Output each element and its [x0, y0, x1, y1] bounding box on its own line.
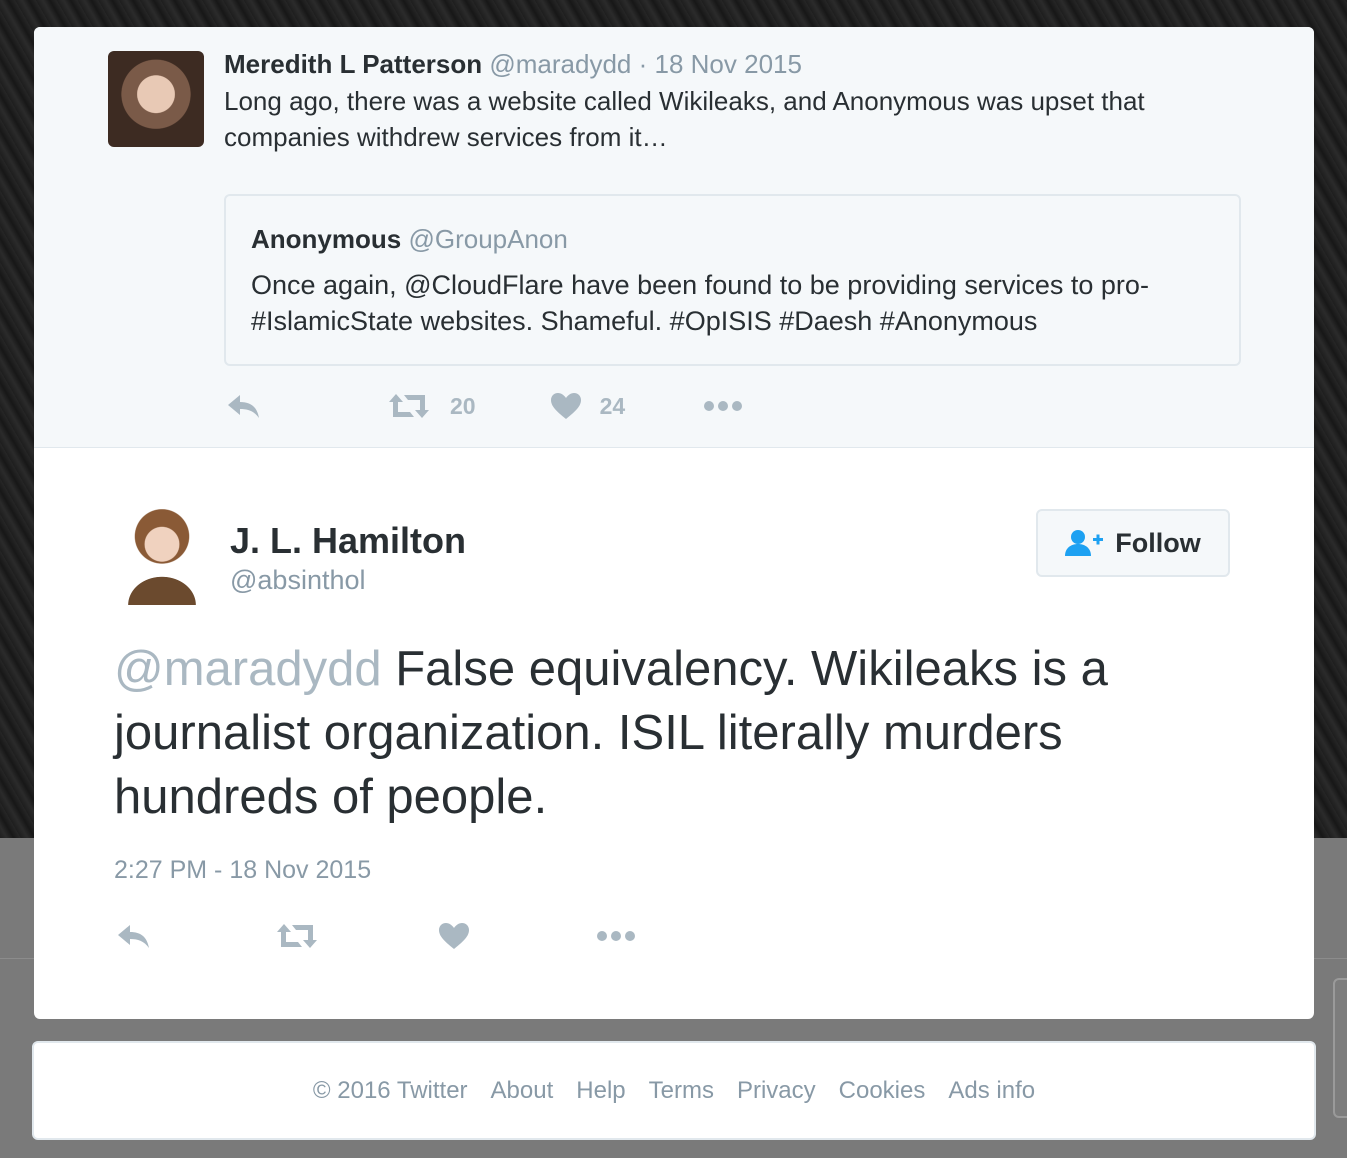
- follow-button[interactable]: Follow: [1036, 509, 1230, 577]
- follow-user-icon: [1065, 530, 1104, 556]
- side-panel-edge: [1333, 978, 1347, 1118]
- more-button[interactable]: [596, 930, 636, 942]
- author-name[interactable]: J. L. Hamilton: [230, 520, 466, 562]
- more-icon: [704, 401, 743, 411]
- reply-icon: [118, 925, 149, 948]
- more-button[interactable]: [703, 400, 743, 412]
- footer-link-help[interactable]: Help: [576, 1077, 625, 1105]
- mention-link[interactable]: @maradydd: [114, 642, 382, 696]
- tweet-date[interactable]: 18 Nov 2015: [655, 49, 802, 79]
- footer-link-cookies[interactable]: Cookies: [839, 1077, 926, 1105]
- retweet-icon: [277, 924, 317, 948]
- retweet-count: 20: [450, 392, 476, 419]
- more-icon: [597, 931, 635, 941]
- footer: © 2016 Twitter About Help Terms Privacy …: [32, 1041, 1316, 1140]
- like-button[interactable]: [438, 922, 470, 950]
- quoted-author-handle: @GroupAnon: [408, 224, 568, 254]
- author-handle[interactable]: @absinthol: [230, 565, 366, 596]
- footer-link-privacy[interactable]: Privacy: [737, 1077, 816, 1105]
- avatar[interactable]: [114, 507, 210, 605]
- author-handle[interactable]: @maradydd: [489, 49, 631, 79]
- footer-link-terms[interactable]: Terms: [649, 1077, 714, 1105]
- footer-link-ads-info[interactable]: Ads info: [948, 1077, 1035, 1105]
- footer-link-about[interactable]: About: [491, 1077, 554, 1105]
- reply-button[interactable]: [116, 922, 152, 950]
- tweet-timestamp[interactable]: 2:27 PM - 18 Nov 2015: [114, 856, 371, 885]
- tweet-card: Meredith L Patterson @maradydd · 18 Nov …: [34, 27, 1314, 1019]
- reply-button[interactable]: [226, 392, 262, 420]
- parent-tweet-actions: 20 24: [226, 392, 743, 420]
- quoted-tweet-text: Once again, @CloudFlare have been found …: [251, 270, 1149, 336]
- quoted-tweet-header: Anonymous @GroupAnon: [251, 224, 568, 255]
- follow-label: Follow: [1115, 527, 1201, 558]
- heart-icon: [550, 393, 581, 419]
- main-tweet-text: @maradydd False equivalency. Wikileaks i…: [114, 637, 1244, 829]
- heart-icon: [439, 923, 469, 949]
- parent-tweet[interactable]: Meredith L Patterson @maradydd · 18 Nov …: [34, 27, 1314, 448]
- avatar[interactable]: [108, 51, 204, 147]
- copyright: © 2016 Twitter: [312, 1076, 468, 1104]
- author-name[interactable]: Meredith L Patterson: [224, 49, 482, 79]
- like-button[interactable]: 24: [550, 392, 626, 420]
- retweet-button[interactable]: 20: [388, 392, 476, 420]
- main-tweet-actions: [116, 922, 636, 950]
- retweet-icon: [389, 394, 429, 418]
- parent-tweet-text: Long ago, there was a website called Wik…: [224, 86, 1145, 152]
- like-count: 24: [599, 392, 626, 419]
- parent-tweet-header: Meredith L Patterson @maradydd · 18 Nov …: [224, 49, 802, 80]
- quoted-tweet[interactable]: Anonymous @GroupAnon Once again, @CloudF…: [224, 194, 1241, 366]
- separator: ·: [638, 49, 648, 79]
- reply-icon: [228, 395, 259, 418]
- quoted-author-name: Anonymous: [251, 224, 402, 254]
- retweet-button[interactable]: [276, 922, 318, 950]
